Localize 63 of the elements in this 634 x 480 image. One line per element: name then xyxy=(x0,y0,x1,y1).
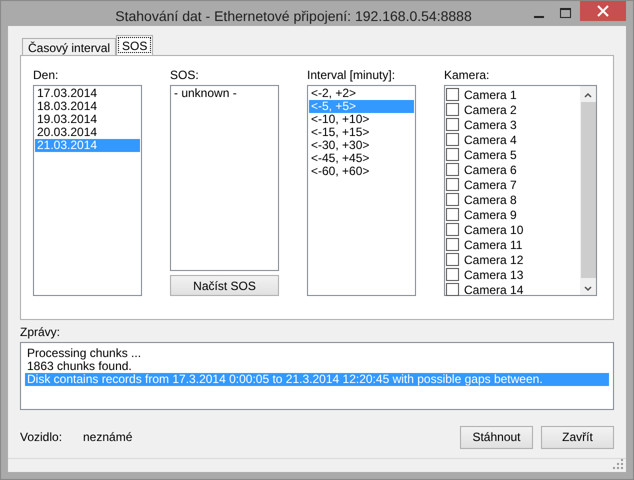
checkbox-label: Camera 2 xyxy=(464,102,517,116)
checkbox[interactable] xyxy=(446,118,459,131)
list-item[interactable]: 18.03.2014 xyxy=(35,100,140,113)
close-icon[interactable] xyxy=(580,1,626,21)
tab[interactable]: Časový interval xyxy=(22,38,116,55)
close-button[interactable]: Zavřít xyxy=(541,426,614,448)
checkbox-label: Camera 12 xyxy=(464,252,524,266)
checkbox[interactable] xyxy=(446,238,459,251)
list-item[interactable]: <-2, +2> xyxy=(309,87,414,100)
field-label: Kamera: xyxy=(444,68,490,84)
list-box[interactable]: - unknown - xyxy=(170,85,279,271)
list-item[interactable]: <-10, +10> xyxy=(309,113,414,126)
checkbox[interactable] xyxy=(446,208,459,221)
load-sos-button[interactable]: Načíst SOS xyxy=(170,275,279,296)
field-label: Den: xyxy=(33,68,60,84)
checkbox[interactable] xyxy=(446,133,459,146)
list-item[interactable]: 19.03.2014 xyxy=(35,113,140,126)
list-item[interactable]: <-15, +15> xyxy=(309,126,414,139)
checkbox[interactable] xyxy=(446,283,459,296)
checkbox-label: Camera 14 xyxy=(464,282,524,296)
checkbox-label: Camera 5 xyxy=(464,148,517,162)
list-box[interactable]: 17.03.2014 18.03.2014 19.03.2014 20.03.2014 21.03.2014 xyxy=(33,85,142,296)
checkbox-label: Camera 11 xyxy=(464,238,522,252)
message-line[interactable]: 1863 chunks found. xyxy=(25,360,609,373)
checkbox[interactable] xyxy=(446,268,459,281)
list-item[interactable]: <-60, +60> xyxy=(309,165,414,178)
download-button[interactable]: Stáhnout xyxy=(460,426,533,448)
checkbox-label: Camera 13 xyxy=(464,268,524,282)
field-label: Vozidlo: xyxy=(20,430,64,444)
checkbox-label: Camera 9 xyxy=(464,208,517,222)
checkbox-label: Camera 7 xyxy=(464,178,517,192)
checkbox-label: Camera 4 xyxy=(464,132,517,146)
window-title: Stahování dat - Ethernetové připojení: 192.168.0.54:8888 xyxy=(114,7,473,24)
list-item[interactable]: - unknown - xyxy=(172,87,277,100)
message-line[interactable]: Processing chunks ... xyxy=(25,347,609,360)
checkbox-label: Camera 6 xyxy=(464,162,517,176)
checkbox-label: Camera 1 xyxy=(464,88,517,102)
checkbox[interactable] xyxy=(446,193,459,206)
checkbox[interactable] xyxy=(446,88,459,101)
scroll-down-icon[interactable] xyxy=(584,286,592,292)
checkbox-list[interactable]: Camera 1 Camera 2 Camera 3 Camera 4 Camera 5 Camera 6 Camera 7 Camera 8 Camera 9 Camera 10 Camera 11 Camera 12 Camera 13 Camera 14 xyxy=(444,85,597,296)
checkbox[interactable] xyxy=(446,253,459,266)
checkbox[interactable] xyxy=(446,103,459,116)
checkbox-label: Camera 3 xyxy=(464,118,517,132)
field-label: Interval [minuty]: xyxy=(307,68,396,84)
resize-grip-icon[interactable] xyxy=(613,459,623,469)
scroll-up-icon[interactable] xyxy=(584,92,592,98)
checkbox[interactable] xyxy=(446,148,459,161)
checkbox[interactable] xyxy=(446,178,459,191)
checkbox[interactable] xyxy=(446,223,459,236)
field-label: SOS: xyxy=(170,68,200,84)
checkbox[interactable] xyxy=(446,163,459,176)
tab[interactable]: SOS xyxy=(116,35,154,55)
list-item[interactable]: 20.03.2014 xyxy=(35,126,140,139)
checkbox-label: Camera 10 xyxy=(464,222,524,236)
list-item[interactable]: 17.03.2014 xyxy=(35,87,140,100)
field-label: Zprávy: xyxy=(20,325,62,341)
list-item[interactable]: <-30, +30> xyxy=(309,139,414,152)
scrollbar[interactable] xyxy=(580,86,596,295)
vehicle-value: neznámé xyxy=(83,430,132,444)
list-item[interactable]: <-45, +45> xyxy=(309,152,414,165)
list-box[interactable]: <-2, +2> <-5, +5> <-10, +10> <-15, +15> <-30, +30> <-45, +45> <-60, +60> xyxy=(307,85,416,296)
checkbox-label: Camera 8 xyxy=(464,192,517,206)
